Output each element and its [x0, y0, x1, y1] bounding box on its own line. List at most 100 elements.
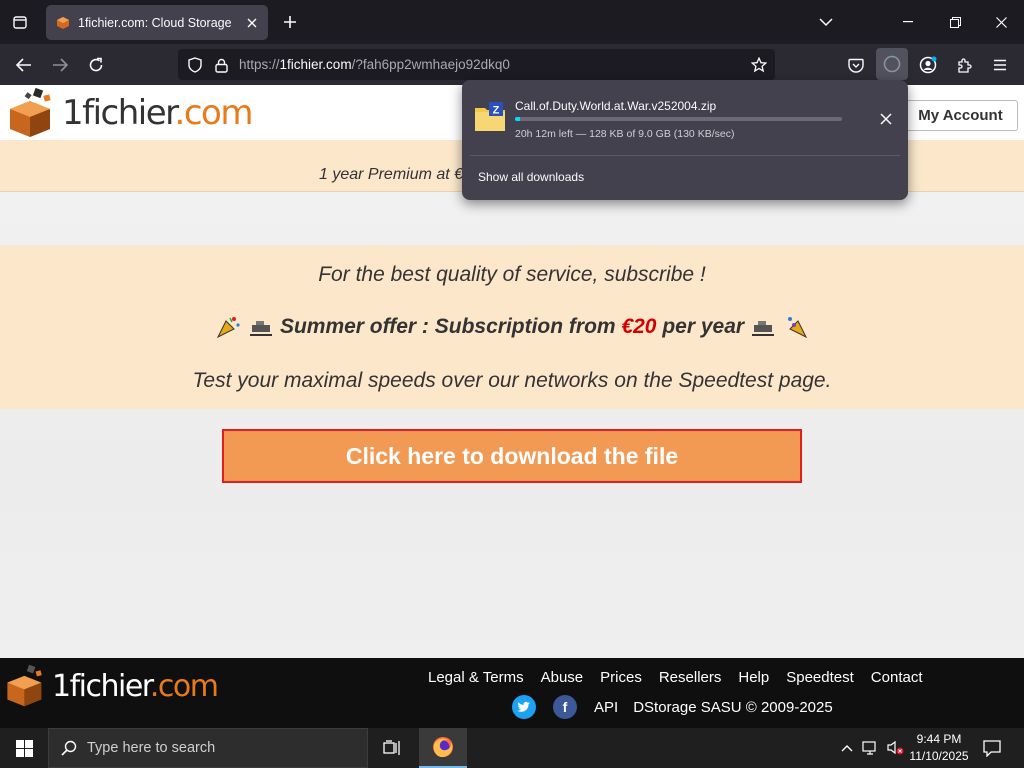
twitter-icon[interactable] [512, 695, 536, 719]
footer-link-resellers[interactable]: Resellers [659, 669, 722, 686]
pocket-button[interactable] [842, 51, 870, 79]
volume-button[interactable] [884, 728, 906, 768]
clock-date: 11/10/2025 [909, 749, 969, 763]
arrow-left-icon [16, 58, 31, 72]
summer-offer-label: Summer offer : Subscription from [279, 315, 622, 338]
volume-muted-icon [887, 740, 904, 755]
boat-icon [250, 321, 273, 337]
tab-overflow-button[interactable] [814, 10, 838, 34]
boat-icon [751, 321, 774, 337]
firefox-taskbar-button[interactable] [419, 728, 467, 768]
close-tab-button[interactable] [240, 11, 264, 35]
party-popper-icon [787, 317, 807, 339]
download-file-name: Call.of.Duty.World.at.War.v252004.zip [515, 99, 717, 113]
footer-link-api[interactable]: API [594, 699, 618, 716]
downloads-button[interactable] [876, 48, 908, 80]
download-file-button[interactable]: Click here to download the file [222, 429, 802, 483]
summer-offer-price: €20 [621, 315, 657, 338]
task-view-icon [383, 740, 400, 755]
premium-promo-text[interactable]: 1 year Premium at € [319, 166, 463, 184]
subscription-offer-band: For the best quality of service, subscri… [0, 245, 1024, 409]
lock-icon[interactable] [212, 56, 230, 74]
restore-icon [949, 16, 961, 28]
restore-window-button[interactable] [940, 8, 970, 36]
show-all-downloads-link[interactable]: Show all downloads [478, 170, 584, 184]
extensions-button[interactable] [950, 51, 978, 79]
search-icon [61, 740, 77, 756]
puzzle-piece-icon [957, 57, 972, 73]
tracking-protection-shield-icon[interactable] [186, 56, 204, 74]
speedtest-text[interactable]: Test your maximal speeds over our networ… [0, 369, 1024, 393]
back-button[interactable] [10, 51, 38, 79]
notifications-button[interactable] [978, 728, 1006, 768]
active-tab[interactable]: 1fichier.com: Cloud Storage [46, 5, 268, 40]
browser-tab-bar: 1fichier.com: Cloud Storage [0, 0, 1024, 44]
forward-button[interactable] [46, 51, 74, 79]
list-all-tabs-button[interactable] [6, 10, 34, 34]
footer-secondary-row: f API DStorage SASU © 2009-2025 [512, 695, 833, 719]
taskbar-search-placeholder: Type here to search [87, 740, 216, 756]
download-item[interactable]: Z Call.of.Duty.World.at.War.v252004.zip … [470, 88, 900, 150]
minimize-icon [903, 21, 913, 23]
network-icon [862, 741, 876, 755]
logo-fichier: fichier [69, 668, 152, 704]
summer-offer-text[interactable]: Summer offer : Subscription from €20 per… [0, 315, 1024, 339]
footer-links: Legal & Terms Abuse Prices Resellers Hel… [428, 669, 923, 686]
zip-file-icon: Z [475, 102, 505, 131]
download-progress-bar [515, 117, 842, 121]
logo-fichier: fichier [82, 93, 176, 133]
bookmark-star-icon[interactable] [750, 56, 768, 74]
windows-logo-icon [15, 739, 33, 757]
reload-button[interactable] [82, 51, 110, 79]
footer-link-abuse[interactable]: Abuse [541, 669, 584, 686]
footer-copyright: DStorage SASU © 2009-2025 [633, 698, 833, 716]
tab-title: 1fichier.com: Cloud Storage [78, 15, 232, 30]
browser-nav-bar: https://1fichier.com/?fah6pp2wmhaejo92dk… [0, 44, 1024, 85]
firefox-icon [433, 737, 453, 758]
subscribe-text: For the best quality of service, subscri… [318, 263, 706, 286]
cancel-download-button[interactable] [876, 109, 896, 129]
chevron-up-icon [841, 745, 853, 752]
start-button[interactable] [0, 728, 48, 768]
download-progress-icon [883, 55, 901, 73]
address-bar[interactable]: https://1fichier.com/?fah6pp2wmhaejo92dk… [178, 49, 775, 80]
account-icon [919, 56, 937, 74]
logo-com: com [183, 93, 254, 133]
logo-dot: . [149, 668, 160, 704]
url-host: 1fichier.com [279, 57, 352, 72]
footer-link-legal[interactable]: Legal & Terms [428, 669, 524, 686]
chevron-down-icon [819, 18, 833, 27]
clock-time: 9:44 PM [916, 732, 962, 746]
new-tab-button[interactable] [278, 10, 302, 34]
hamburger-menu-icon [994, 59, 1006, 71]
facebook-icon[interactable]: f [553, 695, 577, 719]
minimize-window-button[interactable] [893, 8, 923, 36]
windows-taskbar: Type here to search 9:44 PM 11/10/2025 [0, 728, 1024, 768]
url-path: /?fah6pp2wmhaejo92dkq0 [351, 57, 510, 72]
taskbar-clock[interactable]: 9:44 PM 11/10/2025 [904, 731, 974, 765]
footer-link-speedtest[interactable]: Speedtest [786, 669, 854, 686]
app-menu-button[interactable] [986, 51, 1014, 79]
downloads-panel: Z Call.of.Duty.World.at.War.v252004.zip … [462, 80, 908, 200]
summer-offer-period: per year [656, 315, 745, 338]
footer-link-prices[interactable]: Prices [600, 669, 642, 686]
url-text[interactable]: https://1fichier.com/?fah6pp2wmhaejo92dk… [239, 57, 510, 72]
pocket-icon [848, 58, 864, 73]
cube-logo-icon [10, 87, 51, 137]
footer-link-contact[interactable]: Contact [871, 669, 923, 686]
task-view-button[interactable] [368, 728, 416, 768]
account-button[interactable] [914, 51, 942, 79]
cube-logo-icon [7, 664, 42, 707]
taskbar-search-box[interactable]: Type here to search [48, 728, 368, 768]
show-hidden-icons-button[interactable] [838, 728, 856, 768]
site-logo[interactable]: 1fichier.com [6, 87, 254, 139]
site-favicon-icon [57, 16, 69, 29]
download-status: 20h 12m left — 128 KB of 9.0 GB (130 KB/… [515, 128, 735, 140]
network-button[interactable] [860, 728, 882, 768]
footer-logo[interactable]: 1fichier.com [4, 664, 219, 708]
close-window-button[interactable] [986, 8, 1016, 36]
url-scheme: https:// [239, 57, 280, 72]
footer-link-help[interactable]: Help [738, 669, 769, 686]
my-account-button[interactable]: My Account [903, 100, 1018, 131]
svg-text:Z: Z [493, 105, 500, 117]
